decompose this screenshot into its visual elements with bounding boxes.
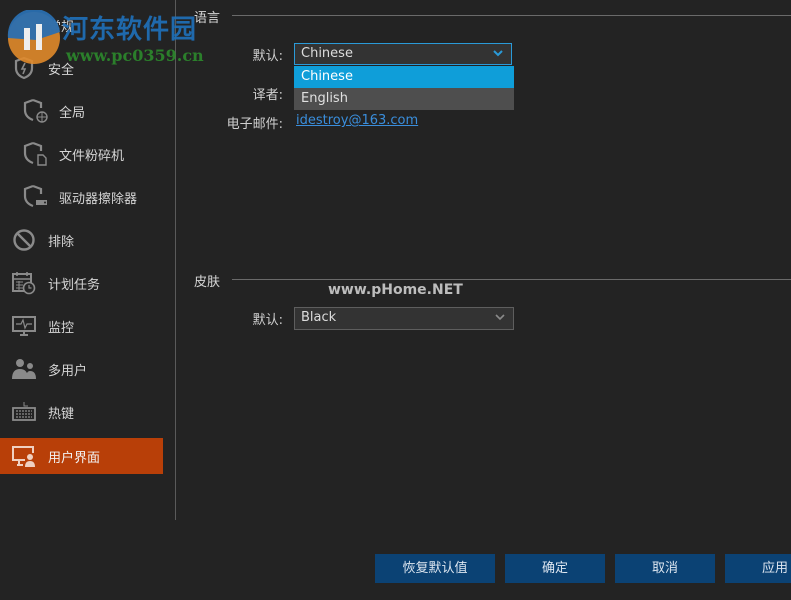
watermark-logo-icon xyxy=(7,10,60,64)
sidebar-item-global[interactable]: 全局 xyxy=(0,93,163,129)
keyboard-icon xyxy=(11,400,37,424)
sidebar-item-label: 文件粉碎机 xyxy=(59,148,125,164)
sidebar-item-label: 多用户 xyxy=(48,363,88,379)
prohibit-icon xyxy=(11,228,37,252)
watermark-site-name: 河东软件园 xyxy=(62,15,198,45)
sidebar-item-label: 排除 xyxy=(48,234,75,250)
monitor-user-icon xyxy=(11,444,37,468)
skin-section-title: 皮肤 xyxy=(194,275,221,290)
sidebar-divider xyxy=(175,0,176,520)
language-default-label: 默认: xyxy=(252,49,283,64)
skin-default-label: 默认: xyxy=(252,313,283,328)
apply-button[interactable]: 应用 xyxy=(725,554,791,583)
restore-defaults-button[interactable]: 恢复默认值 xyxy=(375,554,495,583)
email-label: 电子邮件: xyxy=(226,117,283,132)
skin-section-line xyxy=(232,279,791,280)
watermark-site-url: www.pc0359.cn xyxy=(66,46,204,65)
chevron-down-icon xyxy=(495,314,505,321)
sidebar: 常规 安全 全局 文件粉碎机 驱动器擦除器 排除 计划任务 监控 多用户 热键 … xyxy=(0,0,175,520)
sidebar-item-monitor[interactable]: 监控 xyxy=(0,308,163,344)
calendar-clock-icon xyxy=(11,271,37,295)
sidebar-item-scheduled-tasks[interactable]: 计划任务 xyxy=(0,265,163,301)
sidebar-item-label: 热键 xyxy=(48,406,75,422)
sidebar-item-file-shredder[interactable]: 文件粉碎机 xyxy=(0,136,163,172)
ok-button[interactable]: 确定 xyxy=(505,554,605,583)
shield-file-icon xyxy=(23,141,49,166)
sidebar-item-hotkeys[interactable]: 热键 xyxy=(0,394,163,430)
skin-select-value: Black xyxy=(301,310,337,325)
language-option-chinese[interactable]: Chinese xyxy=(294,66,514,88)
sidebar-item-exclusions[interactable]: 排除 xyxy=(0,222,163,258)
translator-label: 译者: xyxy=(252,88,283,103)
language-section-title: 语言 xyxy=(194,11,221,26)
skin-select[interactable]: Black xyxy=(294,307,514,330)
users-icon xyxy=(11,357,37,381)
sidebar-item-label: 监控 xyxy=(48,320,75,336)
language-option-english[interactable]: English xyxy=(294,88,514,110)
shield-drive-icon xyxy=(23,184,49,209)
sidebar-item-label: 驱动器擦除器 xyxy=(59,191,138,207)
language-section-line xyxy=(232,15,791,16)
shield-globe-icon xyxy=(23,98,49,123)
language-select-value: Chinese xyxy=(301,46,353,61)
sidebar-item-label: 全局 xyxy=(59,105,86,121)
sidebar-item-label: 计划任务 xyxy=(48,277,101,293)
language-dropdown-list: Chinese English xyxy=(294,66,514,110)
watermark-phome: www.pHome.NET xyxy=(328,282,463,298)
translator-email-link[interactable]: idestroy@163.com xyxy=(296,113,418,128)
sidebar-item-label: 用户界面 xyxy=(48,450,101,466)
sidebar-item-multi-user[interactable]: 多用户 xyxy=(0,351,163,387)
chevron-down-icon xyxy=(493,50,503,57)
monitor-pulse-icon xyxy=(11,314,37,338)
cancel-button[interactable]: 取消 xyxy=(615,554,715,583)
sidebar-item-drive-wiper[interactable]: 驱动器擦除器 xyxy=(0,179,163,215)
apply-button-label: 应用 xyxy=(761,561,788,576)
language-select[interactable]: Chinese xyxy=(294,43,512,65)
sidebar-item-user-interface[interactable]: 用户界面 xyxy=(0,438,163,474)
